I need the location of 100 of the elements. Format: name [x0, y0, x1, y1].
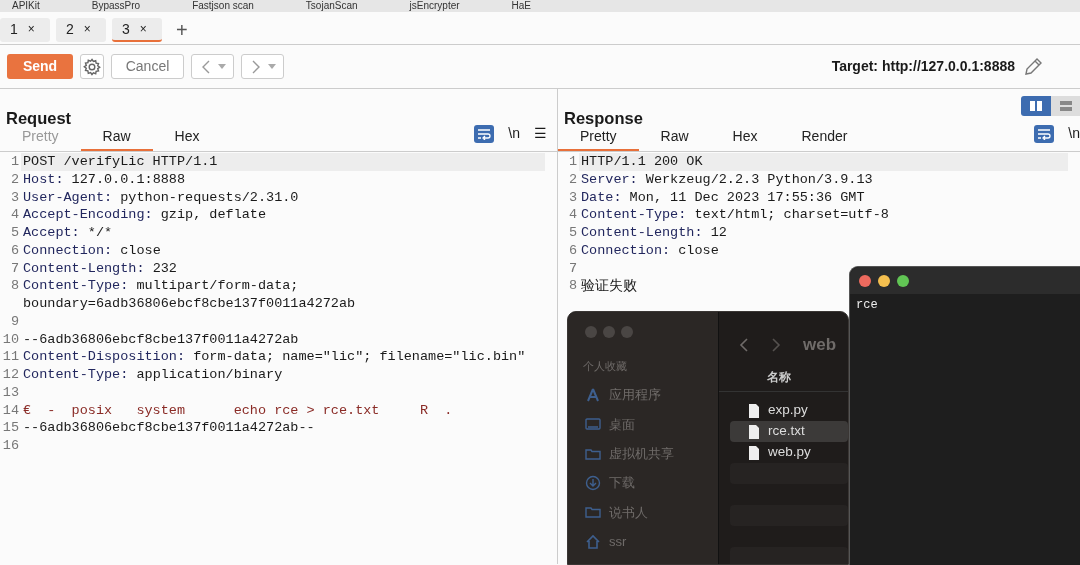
- code-line: Content-Type: application/binary: [22, 366, 284, 384]
- code-line: --6adb36806ebcf8cbe137f0011a4272ab--: [22, 419, 316, 437]
- zoom-button[interactable]: [897, 274, 909, 287]
- line-number: 11: [1, 348, 20, 366]
- line-number: 3: [567, 188, 578, 207]
- line-number: 8: [9, 277, 20, 296]
- line-number: 15: [1, 419, 20, 437]
- stacked-layout-button[interactable]: [1051, 96, 1080, 116]
- line-number: 1: [9, 153, 20, 171]
- code-line: Content-Length: 232: [22, 259, 178, 278]
- tab-label: 1: [10, 19, 18, 39]
- close-icon[interactable]: ×: [139, 20, 147, 38]
- tab-label: 2: [66, 19, 74, 39]
- settings-button[interactable]: [80, 54, 104, 79]
- line-number: 3: [9, 188, 20, 207]
- pane-title: Request: [6, 108, 72, 126]
- code-line: Accept: */*: [22, 224, 114, 242]
- folder-title: web: [803, 334, 837, 357]
- file-icon: [748, 402, 760, 419]
- menu-item[interactable]: jsEncrypter: [409, 0, 460, 12]
- code-line: Server: Werkzeug/2.2.3 Python/3.9.13: [580, 170, 874, 189]
- close-button[interactable]: [859, 274, 871, 287]
- code-line: Accept-Encoding: gzip, deflate: [22, 206, 268, 224]
- menu-icon[interactable]: ☰: [534, 123, 547, 144]
- column-header[interactable]: 名称: [719, 362, 848, 392]
- line-number: 7: [9, 259, 20, 278]
- menu-item[interactable]: APIKit: [12, 0, 40, 12]
- download-icon: [585, 475, 601, 492]
- back-icon[interactable]: [739, 337, 749, 353]
- line-number: 6: [567, 241, 578, 260]
- view-tab[interactable]: Raw: [80, 126, 153, 151]
- dropdown-icon: [267, 64, 276, 69]
- dropdown-icon: [217, 64, 226, 69]
- pane-title: Response: [564, 108, 643, 126]
- code-line: Host: 127.0.0.1:8888: [22, 170, 187, 189]
- view-tab[interactable]: Hex: [710, 126, 780, 151]
- newline-toggle[interactable]: \n: [1068, 123, 1080, 144]
- code-line: Date: Mon, 11 Dec 2023 17:55:36 GMT: [580, 188, 866, 207]
- code-line: --6adb36806ebcf8cbe137f0011a4272ab: [22, 330, 300, 349]
- minimize-button[interactable]: [878, 274, 890, 287]
- view-tab[interactable]: Pretty: [558, 126, 639, 151]
- line-number: 12: [1, 366, 20, 384]
- line-number: 7: [567, 259, 578, 278]
- columns-icon: [1029, 100, 1043, 112]
- code-line: Content-Length: 12: [580, 224, 728, 242]
- back-button[interactable]: [191, 54, 234, 79]
- newline-toggle[interactable]: \n: [508, 123, 520, 144]
- line-number: 10: [1, 330, 20, 349]
- menu-item[interactable]: BypassPro: [91, 0, 141, 12]
- wrap-toggle[interactable]: [1034, 124, 1055, 143]
- code-line: € - posix system echo rce > rce.txt R .: [22, 401, 454, 420]
- line-number: 16: [1, 437, 20, 455]
- forward-icon[interactable]: [771, 337, 781, 353]
- folder-icon: [585, 504, 601, 521]
- file-row[interactable]: web.py: [730, 442, 848, 463]
- forward-button[interactable]: [241, 54, 284, 79]
- view-tab[interactable]: Hex: [152, 126, 222, 151]
- line-number: 4: [567, 206, 578, 224]
- close-icon[interactable]: ×: [27, 20, 35, 38]
- tab-label: 3: [122, 19, 130, 39]
- wrap-icon: [1037, 127, 1052, 140]
- app-icon: [585, 387, 601, 404]
- home-icon: [585, 533, 601, 550]
- file-row[interactable]: exp.py: [730, 400, 848, 421]
- line-number: 5: [9, 224, 20, 242]
- wrap-icon: [477, 127, 492, 140]
- tab[interactable]: 1 ×: [0, 18, 50, 42]
- new-tab-button[interactable]: +: [168, 20, 196, 40]
- code-line: Connection: close: [580, 241, 720, 260]
- line-number: 6: [9, 241, 20, 260]
- target-label: Target: http://127.0.0.1:8888: [831, 57, 1015, 76]
- file-icon: [748, 423, 760, 440]
- line-number: 8: [567, 277, 578, 295]
- wrap-toggle[interactable]: [474, 124, 495, 143]
- sidebar-heading: 个人收藏: [583, 359, 628, 374]
- split-layout-button[interactable]: [1021, 96, 1051, 116]
- menu-item[interactable]: Fastjson scan: [192, 0, 254, 12]
- close-icon[interactable]: ×: [83, 20, 91, 38]
- file-icon: [748, 444, 760, 461]
- pencil-icon[interactable]: [1022, 55, 1044, 78]
- view-tab[interactable]: Raw: [638, 126, 711, 151]
- line-number: 14: [1, 401, 20, 420]
- code-line: User-Agent: python-requests/2.31.0: [22, 188, 300, 207]
- line-number: 9: [9, 312, 20, 331]
- view-tab[interactable]: Render: [779, 126, 870, 151]
- line-number: 1: [567, 153, 578, 171]
- cancel-button[interactable]: Cancel: [111, 54, 184, 79]
- line-number: 4: [9, 206, 20, 224]
- code-line: Content-Type: text/html; charset=utf-8: [580, 206, 890, 224]
- menu-item[interactable]: HaE: [511, 0, 532, 12]
- line-number: 5: [567, 224, 578, 242]
- code-line: Content-Disposition: form-data; name="lic"; filename="lic.bin": [22, 348, 527, 366]
- terminal-output: rce: [855, 297, 879, 314]
- line-number: 2: [567, 170, 578, 189]
- desktop-icon: [585, 416, 601, 433]
- tab[interactable]: 3 ×: [112, 18, 162, 42]
- tab[interactable]: 2 ×: [56, 18, 106, 42]
- menu-item[interactable]: TsojanScan: [305, 0, 358, 12]
- file-row[interactable]: rce.txt: [730, 421, 848, 442]
- response-body-text: 验证失败: [580, 277, 637, 295]
